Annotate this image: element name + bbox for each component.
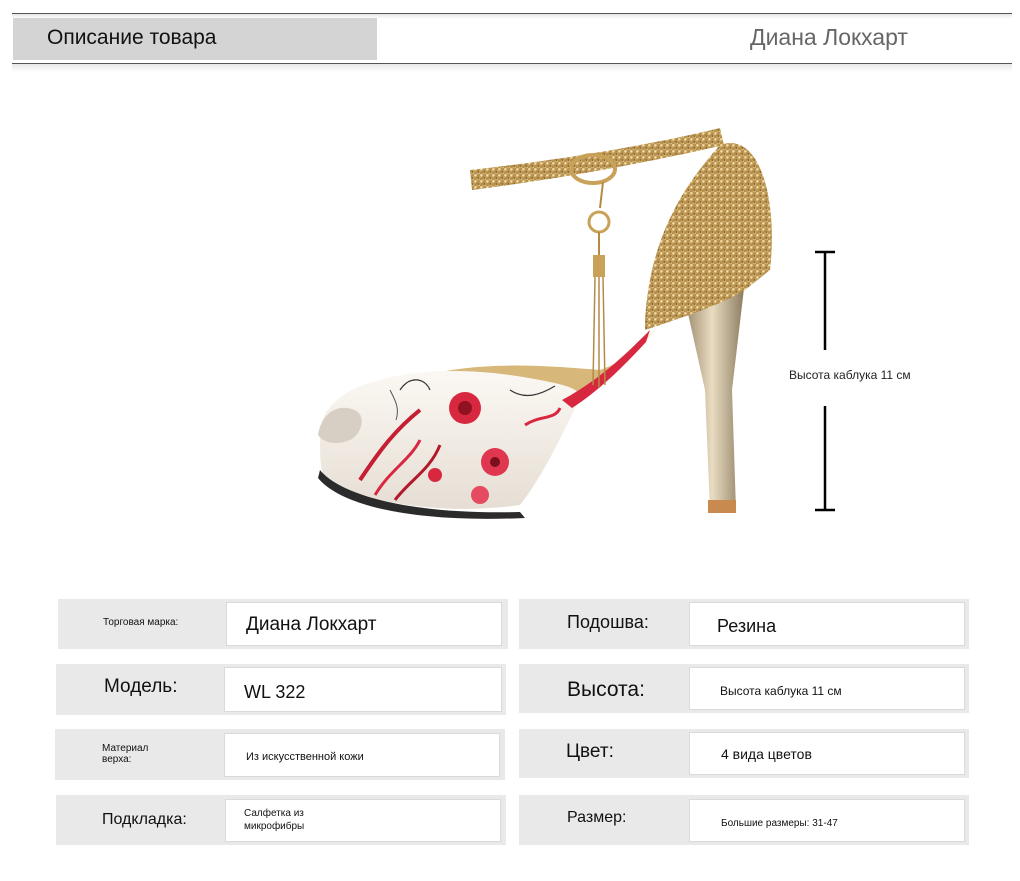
spec-value-upper-box: Из искусственной кожи [224,733,500,777]
spec-value-height-box: Высота каблука 11 см [689,667,965,710]
pendant-ring [587,210,611,234]
spec-value-brand-box: Диана Локхарт [226,602,502,646]
spec-row-upper: Материал верха: Из искусственной кожи [55,729,505,780]
spec-label-lining: Подкладка: [102,811,187,828]
spec-label-color: Цвет: [566,741,614,762]
tassel-cap [593,255,605,277]
spec-row-brand: Торговая марка: Диана Локхарт [58,599,508,649]
header-shadow [12,64,1012,72]
ankle-strap [470,128,724,190]
spec-value-size-box: Большие размеры: 31-47 [689,799,965,842]
spec-value-size: Большие размеры: 31-47 [721,818,838,829]
spec-value-lining: Салфетка из микрофибры [244,808,305,832]
spec-value-lining-box: Салфетка из микрофибры [225,799,501,842]
header-top-rule [12,13,1012,14]
spec-row-height: Высота: Высота каблука 11 см [519,664,969,713]
spec-value-color: 4 вида цветов [721,746,812,762]
product-image [318,128,772,519]
spec-label-sole: Подошва: [567,612,649,632]
heel-height-label: Высота каблука 11 см [789,368,911,382]
page-title: Описание товара [47,26,217,49]
spec-row-color: Цвет: 4 вида цветов [519,729,969,778]
spec-label-model: Модель: [104,676,178,697]
spec-value-color-box: 4 вида цветов [689,732,965,775]
spec-label-upper: Материал верха: [102,743,149,765]
spec-row-size: Размер: Большие размеры: 31-47 [519,795,969,845]
spec-value-sole: Резина [717,616,777,636]
spec-row-sole: Подошва: Резина [519,599,969,649]
spec-value-model: WL 322 [244,682,306,702]
spec-row-lining: Подкладка: Салфетка из микрофибры [56,795,506,845]
header-brand: Диана Локхарт [750,24,908,50]
spec-value-upper: Из искусственной кожи [246,751,364,763]
shoe-counter [645,142,772,330]
spec-value-brand: Диана Локхарт [246,614,377,635]
spec-label-height: Высота: [567,678,645,701]
spec-row-model: Модель: WL 322 [56,664,506,715]
spec-label-size: Размер: [567,809,627,826]
spec-value-model-box: WL 322 [224,667,502,712]
spec-value-sole-box: Резина [689,602,965,646]
spec-value-height: Высота каблука 11 см [720,684,842,698]
shoe-front [319,371,581,509]
header-title-block: Описание товара [13,18,377,60]
spec-label-brand: Торговая марка: [103,617,179,628]
heel-tip [708,500,736,513]
shoe-heel [685,280,745,510]
